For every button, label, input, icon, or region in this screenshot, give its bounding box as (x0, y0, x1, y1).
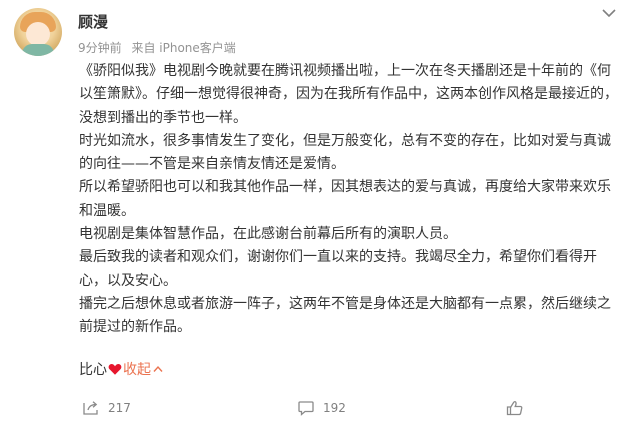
collapse-link[interactable]: 收起 (123, 362, 163, 378)
post-meta: 9分钟前 来自 iPhone客户端 (78, 39, 236, 56)
comment-count: 192 (323, 401, 346, 415)
closing-text: 比心 (79, 362, 107, 378)
post-time[interactable]: 9分钟前 (78, 41, 122, 55)
chevron-up-icon (153, 365, 163, 372)
like-button[interactable] (506, 396, 532, 420)
paragraph: 《骄阳似我》电视剧今晚就要在腾讯视频播出啦，上一次在冬天播剧还是十年前的《何以笙… (79, 63, 618, 126)
paragraph: 播完之后想休息或者旅游一阵子，这两年不管是身体还是大脑都有一点累，然后继续之前提… (79, 295, 611, 336)
share-icon (83, 401, 98, 415)
action-bar: 217 192 (0, 396, 628, 420)
comment-icon (298, 401, 314, 416)
avatar[interactable] (14, 8, 62, 56)
post-content: 《骄阳似我》电视剧今晚就要在腾讯视频播出啦，上一次在冬天播剧还是十年前的《何以笙… (79, 60, 619, 340)
heart-icon (108, 363, 122, 375)
paragraph: 时光如流水，很多事情发生了变化，但是万般变化，总有不变的存在，比如对爱与真诚的向… (79, 132, 611, 173)
avatar-face (26, 22, 50, 46)
post-tail: 比心 收起 (79, 361, 163, 379)
more-button[interactable] (598, 6, 620, 20)
paragraph: 电视剧是集体智慧作品，在此感谢台前幕后所有的演职人员。 (79, 226, 457, 243)
weibo-post: 顾漫 9分钟前 来自 iPhone客户端 《骄阳似我》电视剧今晚就要在腾讯视频播… (0, 0, 628, 425)
paragraph: 最后致我的读者和观众们，谢谢你们一直以来的支持。我竭尽全力，希望你们看得开心，以… (79, 249, 597, 289)
share-count: 217 (108, 401, 131, 415)
share-button[interactable]: 217 (82, 396, 131, 420)
avatar-body (22, 44, 54, 56)
collapse-label: 收起 (123, 362, 151, 378)
paragraph: 所以希望骄阳也可以和我其他作品一样，因其想表达的爱与真诚，再度给大家带来欢乐和温… (79, 179, 611, 219)
comment-button[interactable]: 192 (297, 396, 346, 420)
post-source: 来自 iPhone客户端 (131, 41, 236, 55)
username[interactable]: 顾漫 (78, 11, 108, 32)
thumbs-up-icon (506, 400, 523, 416)
chevron-down-icon (602, 9, 616, 18)
